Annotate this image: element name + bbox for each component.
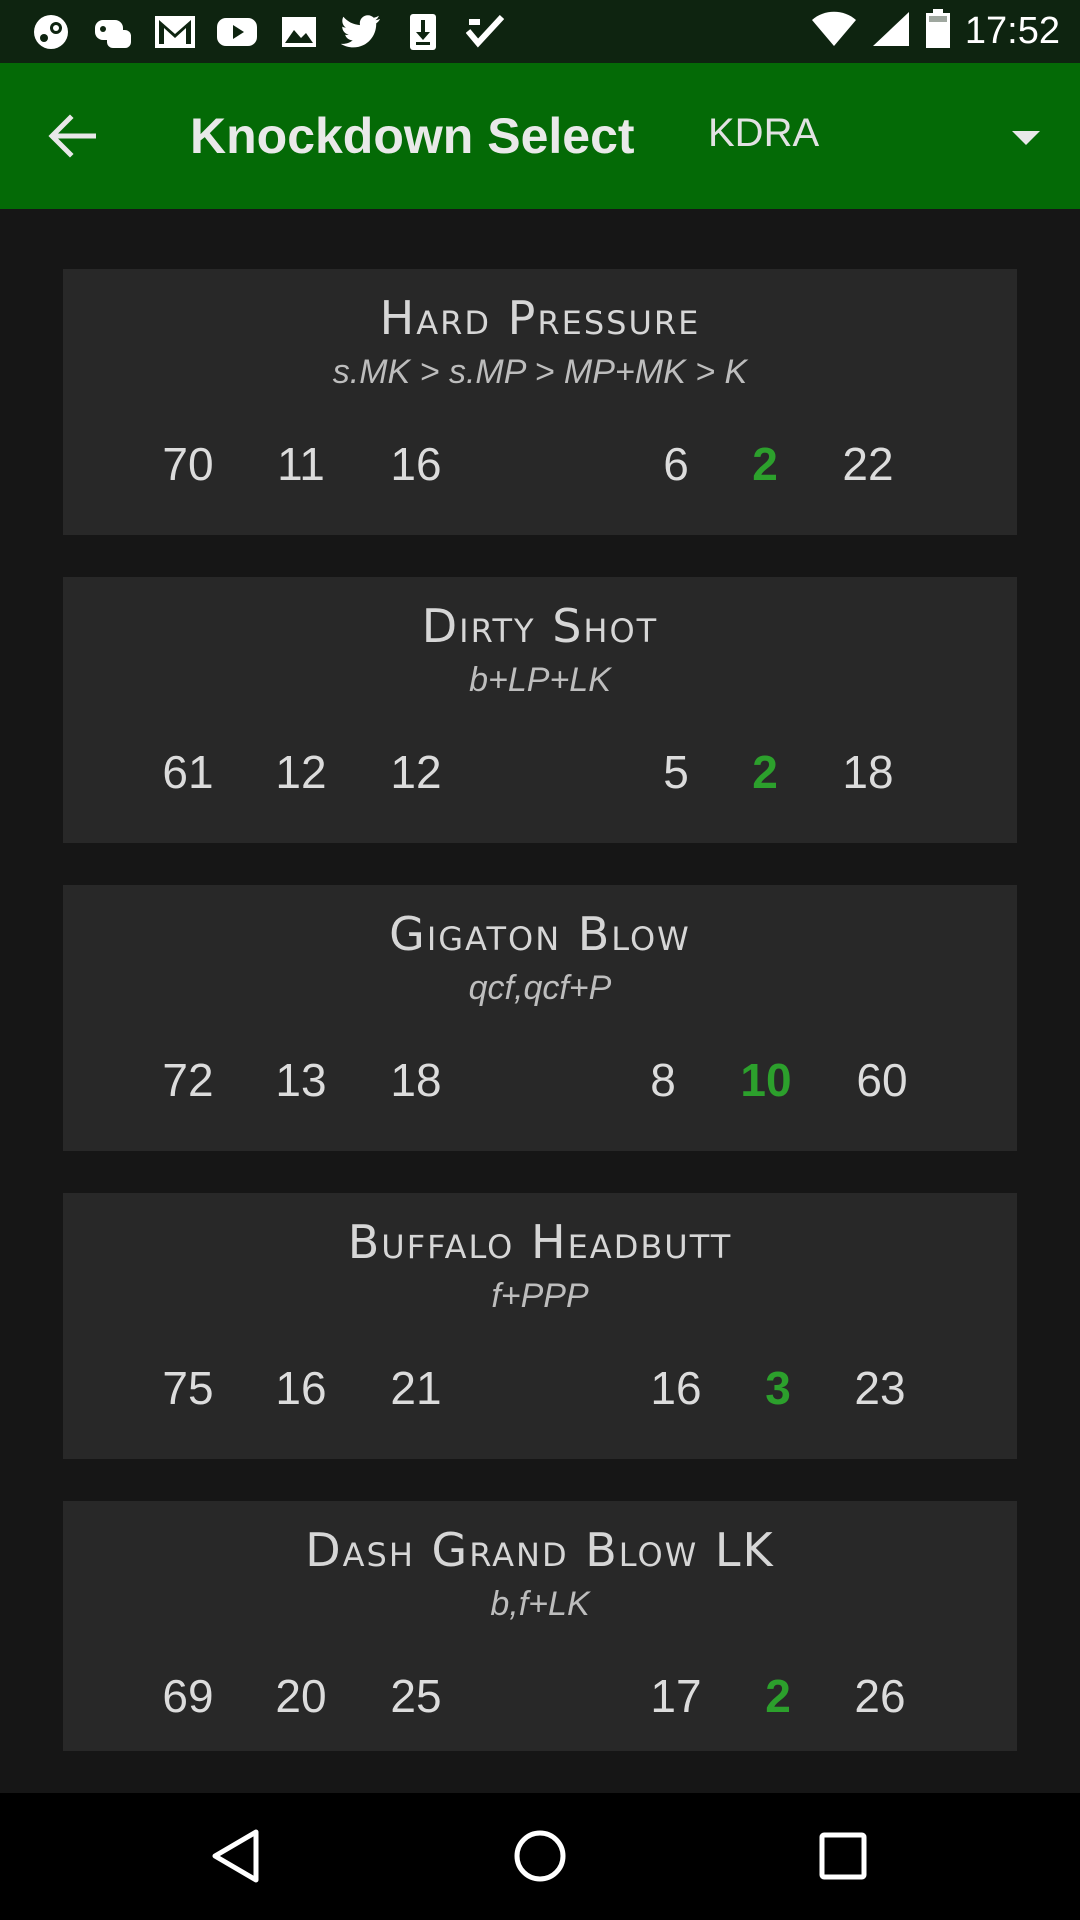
steam-icon: [30, 12, 72, 52]
arrow-left-icon: [48, 114, 96, 158]
move-input: s.MK > s.MP > MP+MK > K: [332, 353, 748, 391]
stat-value: 18: [842, 746, 894, 798]
stat-value: 11: [277, 438, 325, 490]
stat-value: 18: [390, 1054, 442, 1106]
move-name: Hard Pressure: [379, 291, 701, 345]
stat-value: 16: [275, 1362, 327, 1414]
stat-value-highlight: 2: [765, 1670, 791, 1722]
move-name: Gigaton Blow: [389, 907, 691, 961]
recents-square-icon: [819, 1832, 867, 1880]
stat-value: 22: [842, 438, 894, 490]
character-select-dropdown[interactable]: KDRA: [690, 93, 1050, 183]
move-name: Dirty Shot: [421, 599, 659, 653]
image-icon: [278, 12, 320, 52]
nav-recents-button[interactable]: [803, 1821, 883, 1891]
move-name: Dash Grand Blow LK: [305, 1523, 775, 1577]
stat-value-highlight: 2: [752, 746, 778, 798]
back-button[interactable]: [44, 111, 100, 161]
move-card[interactable]: Buffalo Headbutt f+PPP 75 16 21 16 3 23: [63, 1193, 1017, 1459]
stat-value: 6: [663, 438, 689, 490]
stat-value-highlight: 2: [752, 438, 778, 490]
download-icon: [402, 12, 444, 52]
navigation-bar: [0, 1793, 1080, 1920]
stat-value: 70: [162, 438, 214, 490]
move-card[interactable]: Hard Pressure s.MK > s.MP > MP+MK > K 70…: [63, 269, 1017, 535]
app-bar: Knockdown Select KDRA: [0, 63, 1080, 209]
stat-value: 5: [663, 746, 689, 798]
chevron-down-icon: [1012, 131, 1040, 145]
move-input: qcf,qcf+P: [468, 969, 612, 1007]
stat-value: 21: [390, 1362, 442, 1414]
stat-value: 60: [856, 1054, 908, 1106]
move-input: f+PPP: [491, 1277, 589, 1315]
battery-icon: [925, 9, 951, 54]
stat-value: 20: [275, 1670, 327, 1722]
move-input: b+LP+LK: [469, 661, 611, 699]
status-bar: 17:52: [0, 0, 1080, 63]
notification-icons: [30, 12, 506, 52]
stat-value: 75: [162, 1362, 214, 1414]
stat-value: 72: [162, 1054, 214, 1106]
move-card[interactable]: Dash Grand Blow LK b,f+LK 69 20 25 17 2 …: [63, 1501, 1017, 1751]
signal-icon: [871, 10, 911, 53]
stat-value: 69: [162, 1670, 214, 1722]
stat-value: 16: [650, 1362, 702, 1414]
back-triangle-icon: [212, 1829, 259, 1883]
stat-value: 23: [854, 1362, 906, 1414]
twitter-icon: [340, 12, 382, 52]
home-circle-icon: [514, 1830, 566, 1882]
move-card[interactable]: Gigaton Blow qcf,qcf+P 72 13 18 8 10 60: [63, 885, 1017, 1151]
clock: 17:52: [964, 10, 1060, 52]
move-card[interactable]: Dirty Shot b+LP+LK 61 12 12 5 2 18: [63, 577, 1017, 843]
page-title: Knockdown Select: [190, 108, 635, 164]
wifi-icon: [811, 10, 857, 53]
stat-value: 8: [650, 1054, 676, 1106]
youtube-icon: [216, 12, 258, 52]
stat-value: 17: [650, 1670, 702, 1722]
stat-value: 13: [275, 1054, 327, 1106]
stat-value: 26: [854, 1670, 906, 1722]
move-list[interactable]: Hard Pressure s.MK > s.MP > MP+MK > K 70…: [63, 269, 1017, 1751]
stat-value-highlight: 3: [765, 1362, 791, 1414]
move-name: Buffalo Headbutt: [347, 1215, 733, 1269]
stat-value: 16: [390, 438, 442, 490]
stat-value: 61: [162, 746, 214, 798]
stat-value: 12: [275, 746, 327, 798]
game-controller-icon: [92, 12, 134, 52]
stat-value: 12: [390, 746, 442, 798]
gmail-icon: [154, 12, 196, 52]
stat-value: 25: [390, 1670, 442, 1722]
nav-home-button[interactable]: [500, 1821, 580, 1891]
dropdown-selected-value: KDRA: [708, 111, 820, 155]
stat-value-highlight: 10: [740, 1054, 792, 1106]
system-status: 17:52: [811, 9, 1060, 54]
move-input: b,f+LK: [490, 1585, 590, 1623]
nav-back-button[interactable]: [195, 1821, 275, 1891]
checklist-icon: [464, 12, 506, 52]
